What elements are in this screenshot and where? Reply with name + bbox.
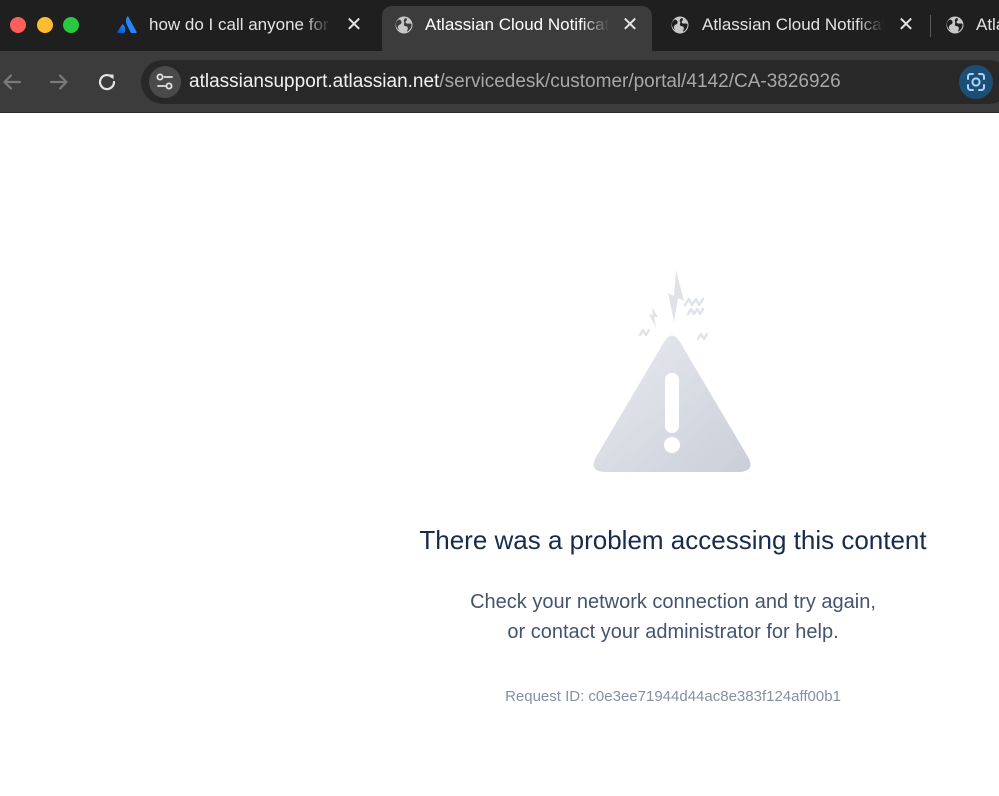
arrow-right-icon[interactable] [46, 69, 72, 95]
address-bar[interactable]: atlassiansupport.atlassian.net/servicede… [141, 60, 999, 104]
url-text[interactable]: atlassiansupport.atlassian.net/servicede… [189, 70, 841, 94]
minimize-window-button[interactable] [37, 17, 53, 33]
arrow-left-icon[interactable] [0, 69, 26, 95]
tab-title: Atlassian Cloud Notificat [702, 15, 884, 34]
atlassian-logo-icon [117, 16, 137, 33]
globe-icon [395, 16, 413, 34]
url-host: atlassiansupport.atlassian.net [189, 71, 440, 92]
site-info-button[interactable] [149, 66, 181, 98]
error-heading: There was a problem accessing this conte… [419, 525, 927, 555]
tab-title: how do I call anyone for t [149, 15, 331, 34]
close-tab-icon[interactable]: ✕ [344, 15, 364, 35]
browser-toolbar: atlassiansupport.atlassian.net/servicede… [0, 51, 999, 113]
tab-divider [930, 15, 931, 37]
tab-atlassian-cloud-notification[interactable]: Atlassian Cloud Notificat ✕ [654, 6, 926, 51]
reload-icon[interactable] [94, 69, 120, 95]
tab-title: Atlassian Cloud Notificat [425, 15, 609, 34]
google-lens-button[interactable] [959, 65, 993, 99]
tab-atlassian-cloud-notification-active[interactable]: Atlassian Cloud Notificat ✕ [382, 6, 652, 51]
url-path: /servicedesk/customer/portal/4142/CA-382… [439, 71, 841, 92]
error-message: Check your network connection and try ag… [346, 587, 999, 647]
close-tab-icon[interactable]: ✕ [620, 15, 640, 35]
globe-icon [671, 16, 689, 34]
warning-triangle-icon [593, 270, 751, 472]
error-message-line: or contact your administrator for help. [507, 621, 839, 643]
close-tab-icon[interactable]: ✕ [896, 15, 916, 35]
error-message-line: Check your network connection and try ag… [470, 591, 876, 613]
tab-strip: how do I call anyone for t ✕ Atlassian C… [0, 0, 999, 51]
google-lens-icon [967, 73, 985, 91]
close-window-button[interactable] [10, 17, 26, 33]
tab-title: Atla [976, 15, 999, 34]
page-content: There was a problem accessing this conte… [0, 113, 999, 796]
fullscreen-window-button[interactable] [63, 17, 79, 33]
request-id: Request ID: c0e3ee71944d44ac8e383f124aff… [505, 688, 841, 705]
tune-icon [156, 73, 173, 90]
globe-icon [946, 16, 964, 34]
tab-atlassian-partial[interactable]: Atla [934, 6, 999, 51]
tab-how-do-i-call[interactable]: how do I call anyone for t ✕ [106, 6, 380, 51]
